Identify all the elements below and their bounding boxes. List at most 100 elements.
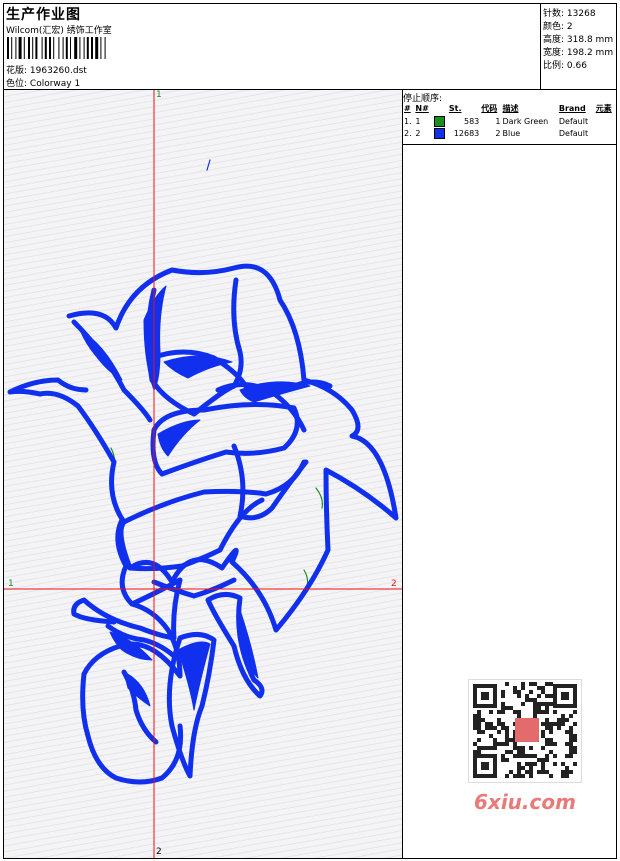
col-brand: Brand: [558, 104, 586, 113]
qr-cell: [525, 770, 529, 774]
qr-cell: [505, 730, 509, 734]
qr-cell: [505, 750, 509, 754]
qr-cell: [565, 770, 569, 774]
qr-cell: [541, 758, 545, 762]
qr-cell: [521, 686, 525, 690]
row-needle: 2: [415, 128, 421, 138]
qr-cell: [521, 766, 525, 770]
qr-cell: [573, 746, 577, 750]
stop-sequence-table: # N# St. 代码 描述 Brand 元素 1. 1 583 1 Dark …: [403, 102, 616, 139]
qr-cell: [549, 774, 553, 778]
qr-cell: [477, 738, 481, 742]
qr-cell: [481, 730, 485, 734]
qr-cell: [529, 746, 533, 750]
qr-cell: [533, 754, 537, 758]
qr-cell: [541, 722, 545, 726]
qr-cell: [557, 722, 561, 726]
qr-cell: [565, 742, 569, 746]
qr-cell: [549, 738, 553, 742]
design-stats: 针数: 13268 颜色: 2 高度: 318.8 mm 宽度: 198.2 m…: [540, 4, 617, 89]
qr-cell: [549, 750, 553, 754]
qr-cell: [529, 766, 533, 770]
row-stitches: 12683: [453, 128, 480, 138]
axis-right-label: 2: [391, 579, 397, 589]
qr-cell: [505, 758, 509, 762]
qr-cell: [477, 750, 481, 754]
rose-petal-inner-9: [231, 443, 309, 521]
qr-cell: [529, 682, 533, 686]
qr-cell: [493, 726, 497, 730]
qr-cell: [497, 710, 501, 714]
qr-cell: [509, 738, 513, 742]
qr-logo-icon: [515, 718, 539, 742]
qr-code: [468, 679, 582, 783]
qr-cell: [501, 722, 505, 726]
qr-cell: [497, 742, 501, 746]
qr-cell: [533, 706, 537, 710]
qr-cell: [569, 746, 573, 750]
qr-cell: [569, 742, 573, 746]
qr-cell: [513, 742, 517, 746]
barcode-bar: [49, 37, 51, 59]
barcode-bar: [44, 37, 47, 59]
qr-cell: [477, 726, 481, 730]
barcode-bar: [79, 37, 81, 59]
qr-cell: [513, 746, 517, 750]
axis-bottom-label: 2: [156, 847, 162, 857]
barcode-bar: [23, 37, 25, 59]
qr-cell: [497, 730, 501, 734]
qr-cell: [493, 738, 497, 742]
qr-cell: [521, 754, 525, 758]
watermark-text: 6xiu.com: [474, 790, 576, 814]
qr-cell: [521, 750, 525, 754]
row-code: 2: [495, 128, 501, 138]
qr-cell: [501, 710, 505, 714]
qr-cell: [529, 698, 533, 702]
qr-cell: [509, 770, 513, 774]
barcode-bar: [58, 37, 60, 59]
qr-cell: [549, 742, 553, 746]
qr-cell: [561, 762, 565, 766]
qr-cell: [477, 718, 481, 722]
barcode-bar: [83, 37, 85, 59]
qr-cell: [529, 690, 533, 694]
qr-cell: [501, 726, 505, 730]
barcode-bar: [35, 37, 38, 59]
qr-cell: [561, 774, 565, 778]
color-swatch: [433, 127, 445, 139]
qr-cell: [517, 690, 521, 694]
barcode-bar: [11, 37, 13, 59]
qr-cell: [569, 754, 573, 758]
qr-cell: [481, 746, 485, 750]
qr-cell: [513, 686, 517, 690]
qr-cell: [477, 746, 481, 750]
design-value: 1963260.dst: [29, 66, 87, 76]
qr-cell: [517, 714, 521, 718]
barcode-bar: [104, 37, 106, 59]
qr-cell: [477, 710, 481, 714]
qr-cell: [533, 710, 537, 714]
leaf-right: [205, 592, 265, 699]
barcode-bar: [62, 37, 64, 59]
col-element: 元素: [595, 104, 612, 113]
qr-cell: [517, 770, 521, 774]
barcode-bar: [28, 37, 30, 59]
qr-cell: [533, 762, 537, 766]
col-code: 代码: [481, 104, 498, 113]
sheet-title: 生产作业图: [6, 7, 81, 23]
qr-cell: [541, 734, 545, 738]
qr-cell: [537, 706, 541, 710]
qr-cell: [517, 710, 521, 714]
row-stitches: 583: [463, 116, 480, 126]
qr-cell: [557, 718, 561, 722]
table-header-row: # N# St. 代码 描述 Brand 元素: [403, 102, 616, 115]
row-index: 2.: [404, 128, 412, 138]
qr-cell: [473, 742, 477, 746]
embroidery-preview: 1 2 1 2: [4, 90, 403, 858]
qr-cell: [497, 722, 501, 726]
qr-cell: [513, 710, 517, 714]
qr-pattern: [473, 682, 577, 778]
qr-cell: [505, 726, 509, 730]
qr-cell: [477, 714, 481, 718]
stray-stitch: [206, 159, 211, 171]
